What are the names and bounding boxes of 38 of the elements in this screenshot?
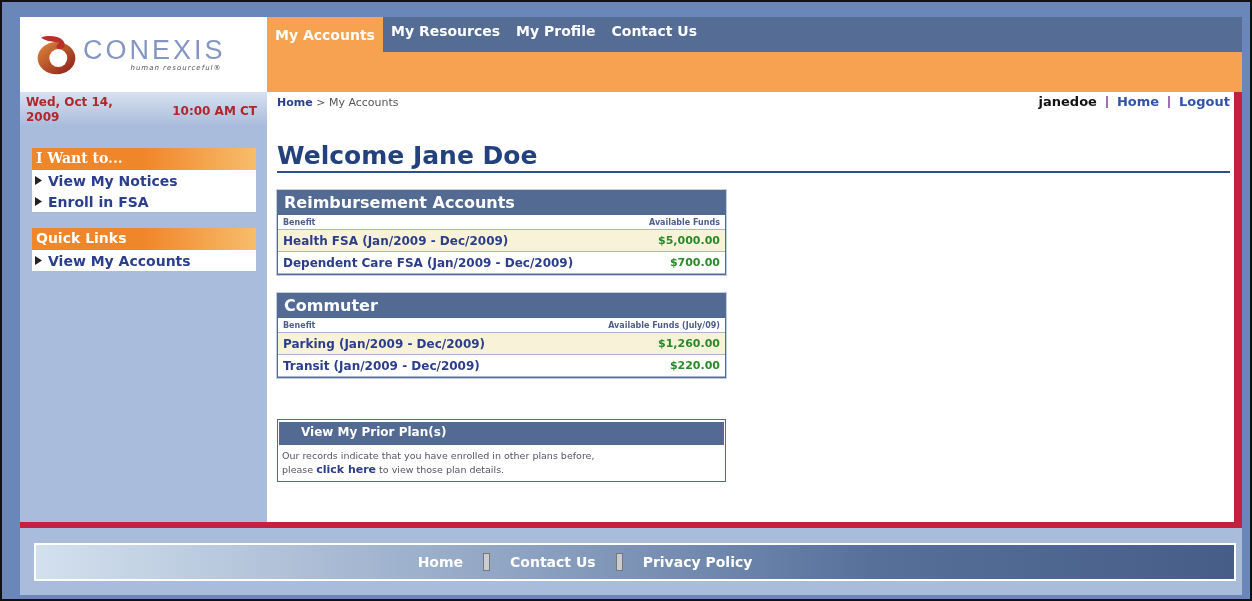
panel-heading: I Want to... xyxy=(32,148,256,170)
breadcrumb-link[interactable]: Home xyxy=(277,96,313,109)
amount-cell: $220.00 xyxy=(669,359,720,372)
panel-heading: View My Prior Plan(s) xyxy=(279,422,724,445)
triangle-bullet-icon xyxy=(35,256,42,265)
triangle-bullet-icon xyxy=(35,176,42,185)
time-text: 10:00 AM CT xyxy=(172,104,257,118)
separator-line xyxy=(1168,95,1171,108)
click-here-link[interactable]: click here xyxy=(316,463,377,476)
username: janedoe xyxy=(1038,94,1097,109)
benefit-link[interactable]: Dependent Care FSA (Jan/2009 - Dec/2009) xyxy=(283,255,574,270)
panel-heading: Quick Links xyxy=(32,228,256,250)
column-header: Available Funds xyxy=(648,217,720,227)
date-text: Wed, Oct 14, 2009 xyxy=(26,95,114,125)
logo-wordmark: CONEXIS xyxy=(83,37,226,64)
sidebar-link[interactable]: Enroll in FSA xyxy=(48,193,149,210)
amount-cell: $700.00 xyxy=(669,256,720,269)
page-heading: Welcome Jane Doe xyxy=(277,141,1230,173)
column-header: Available Funds (July/09) xyxy=(608,320,720,330)
sidebar-link[interactable]: View My Notices xyxy=(48,172,178,189)
column-header: Benefit xyxy=(283,320,316,330)
breadcrumb-current: My Accounts xyxy=(328,96,399,109)
table-title: Commuter xyxy=(278,294,725,318)
amount-cell: $5,000.00 xyxy=(658,234,720,247)
benefit-link[interactable]: Parking (Jan/2009 - Dec/2009) xyxy=(283,336,486,351)
header-link[interactable]: Home xyxy=(1116,94,1160,109)
footer-link[interactable]: Privacy Policy xyxy=(622,554,773,570)
sidebar-link[interactable]: View My Accounts xyxy=(48,252,191,269)
info-text: Our records indicate that you have enrolled in other plans before, please click here to view those plan details. xyxy=(281,449,596,478)
table-title: Reimbursement Accounts xyxy=(278,191,725,215)
benefit-link[interactable]: Transit (Jan/2009 - Dec/2009) xyxy=(283,358,480,373)
column-header: Benefit xyxy=(283,217,316,227)
separator-line xyxy=(1105,95,1108,108)
benefit-link[interactable]: Health FSA (Jan/2009 - Dec/2009) xyxy=(283,233,509,248)
triangle-bullet-icon xyxy=(35,197,42,206)
header-link[interactable]: Logout xyxy=(1179,94,1230,109)
amount-cell: $1,260.00 xyxy=(658,337,720,350)
breadcrumb-separator: > xyxy=(316,96,326,109)
